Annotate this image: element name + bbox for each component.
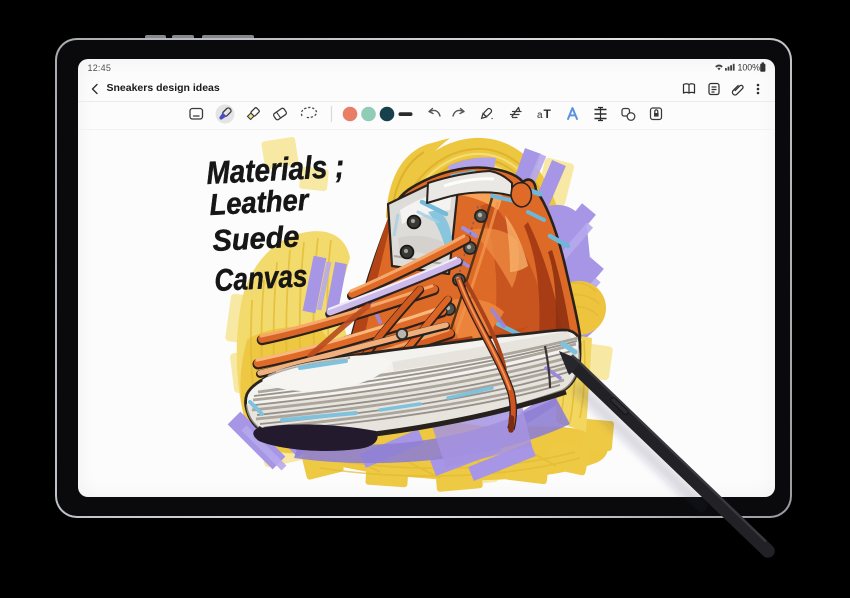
svg-text:Canvas: Canvas (214, 258, 309, 298)
svg-text:Suede: Suede (212, 220, 301, 258)
svg-text:Materials ;: Materials ; (205, 148, 345, 191)
svg-text:Leather: Leather (209, 184, 312, 222)
